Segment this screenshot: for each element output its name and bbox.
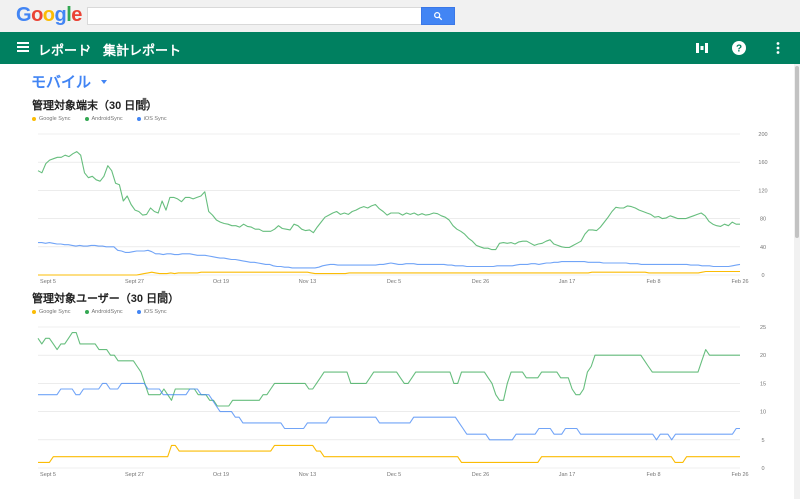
legend-item-ios-sync: iOS Sync	[136, 309, 167, 315]
x-tick-label: Jan 17	[559, 472, 576, 478]
menu-icon[interactable]	[17, 42, 29, 54]
x-tick-label: Dec 26	[472, 279, 489, 285]
x-tick-label: Oct 19	[213, 472, 229, 478]
reports-icon[interactable]	[694, 40, 710, 56]
legend-dot	[84, 117, 89, 121]
y-tick-label: 5	[761, 438, 764, 444]
download-icon[interactable]	[139, 97, 150, 108]
legend-label: iOS Sync	[143, 116, 167, 122]
breadcrumb-summary-report: 集計レポート	[103, 43, 182, 58]
section-title: モバイル	[31, 74, 92, 91]
y-tick-label: 15	[760, 381, 766, 387]
logo-letter: g	[54, 4, 67, 26]
logo-letter: o	[31, 4, 43, 26]
search-button[interactable]	[421, 7, 455, 25]
legend-dot	[32, 117, 36, 121]
legend-item-android-sync: AndroidSync	[84, 309, 123, 315]
x-tick-label: Sept 5	[40, 472, 56, 478]
y-tick-label: 25	[760, 325, 766, 331]
legend-item-ios-sync: iOS Sync	[136, 116, 167, 122]
y-tick-label: 160	[758, 160, 767, 166]
ios-sync-line	[38, 242, 741, 269]
section-selector[interactable]: モバイル	[31, 71, 108, 92]
help-icon[interactable]: ?	[731, 40, 747, 56]
legend-label: Google Sync	[39, 116, 71, 122]
google-sync-line	[38, 444, 740, 463]
legend-label: iOS Sync	[143, 309, 167, 315]
y-tick-label: 20	[760, 353, 766, 359]
breadcrumb-separator: ›	[86, 39, 91, 54]
logo-letter: e	[71, 4, 82, 26]
legend-devices: Google Sync AndroidSync iOS Sync	[32, 116, 167, 122]
download-icon[interactable]	[158, 290, 169, 301]
android-sync-line	[37, 332, 740, 407]
y-tick-label: 120	[758, 188, 767, 194]
google-logo[interactable]: Google	[16, 4, 82, 27]
x-tick-label: Jan 17	[559, 279, 576, 285]
search-input[interactable]	[87, 7, 422, 25]
x-tick-label: Oct 19	[213, 279, 229, 285]
legend-dot	[84, 310, 89, 314]
logo-letter: G	[16, 4, 32, 26]
chevron-down-icon	[101, 79, 108, 84]
x-tick-label: Sept 5	[40, 279, 56, 285]
logo-letter: o	[42, 4, 55, 26]
x-tick-label: Nov 13	[299, 472, 316, 478]
legend-label: Google Sync	[39, 309, 71, 315]
more-vert-icon[interactable]	[770, 40, 786, 56]
x-tick-label: Dec 5	[387, 472, 401, 478]
legend-label: AndroidSync	[91, 116, 123, 122]
y-tick-label: 40	[760, 245, 766, 251]
app-bar: レポート › 集計レポート ?	[0, 32, 800, 64]
scrollbar-thumb[interactable]	[795, 66, 799, 238]
breadcrumb-reports[interactable]: レポート	[38, 40, 90, 59]
legend-dot	[32, 310, 36, 314]
devices-line-chart: 0 40 80 120 160 200 Sept 5 Sept 27 Oct 19 Nov 13 D…	[37, 132, 768, 285]
x-tick-label: Dec 5	[387, 279, 401, 285]
legend-item-google-sync: Google Sync	[32, 309, 71, 315]
svg-text:?: ?	[736, 44, 742, 55]
legend-label: AndroidSync	[91, 309, 123, 315]
x-tick-label: Feb 26	[731, 472, 748, 478]
legend-users: Google Sync AndroidSync iOS Sync	[32, 309, 167, 315]
x-tick-label: Sept 27	[125, 472, 144, 478]
legend-item-google-sync: Google Sync	[32, 116, 71, 122]
google-sync-line	[38, 270, 740, 276]
users-line-chart: 0 5 10 15 20 25 Sept 5 Sept 27 Oct 19 Nov 13 Dec 5…	[37, 325, 766, 478]
legend-item-android-sync: AndroidSync	[84, 116, 123, 122]
search-icon	[434, 12, 443, 21]
x-tick-label: Dec 26	[472, 472, 489, 478]
x-tick-label: Feb 8	[646, 279, 660, 285]
y-tick-label: 200	[758, 132, 767, 138]
legend-dot	[136, 310, 141, 314]
top-bar: Google	[0, 0, 800, 32]
x-tick-label: Sept 27	[125, 279, 144, 285]
x-tick-label: Feb 26	[731, 279, 748, 285]
x-tick-label: Nov 13	[299, 279, 316, 285]
y-tick-label: 10	[760, 410, 766, 416]
y-tick-label: 0	[761, 273, 764, 279]
y-tick-label: 80	[760, 217, 766, 223]
legend-dot	[136, 117, 141, 121]
android-sync-line	[37, 151, 740, 251]
x-tick-label: Feb 8	[646, 472, 660, 478]
y-tick-label: 0	[761, 466, 764, 472]
